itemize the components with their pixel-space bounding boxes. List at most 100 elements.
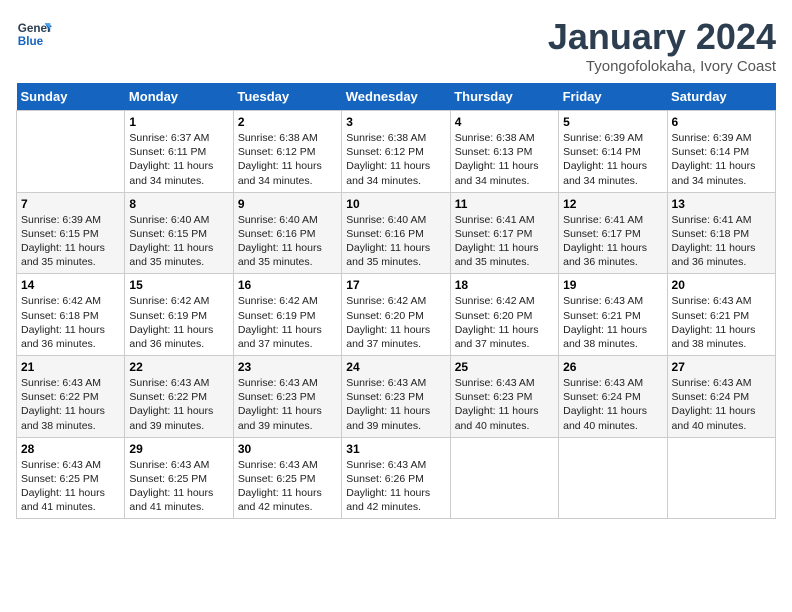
day-number: 5 bbox=[563, 115, 662, 129]
calendar-cell: 29Sunrise: 6:43 AM Sunset: 6:25 PM Dayli… bbox=[125, 437, 233, 519]
cell-info: Sunrise: 6:42 AM Sunset: 6:20 PM Dayligh… bbox=[455, 294, 554, 351]
calendar-cell: 9 Sunrise: 6:40 AM Sunset: 6:16 PM Daylig… bbox=[233, 192, 341, 274]
calendar-cell: 3 Sunrise: 6:38 AM Sunset: 6:12 PM Daylig… bbox=[342, 111, 450, 193]
cell-info: Sunrise: 6:38 AM Sunset: 6:12 PM Dayligh… bbox=[346, 131, 445, 188]
day-number: 9 bbox=[238, 197, 337, 211]
cell-info: Sunrise: 6:39 AM Sunset: 6:14 PM Dayligh… bbox=[563, 131, 662, 188]
day-number: 12 bbox=[563, 197, 662, 211]
calendar-cell: 23 Sunrise: 6:43 AM Sunset: 6:23 PM Dayli… bbox=[233, 356, 341, 438]
header-row: SundayMondayTuesdayWednesdayThursdayFrid… bbox=[17, 83, 776, 111]
cell-info: Sunrise: 6:43 AM Sunset: 6:25 PM Dayligh… bbox=[238, 458, 337, 515]
calendar-cell: 10 Sunrise: 6:40 AM Sunset: 6:16 PM Dayli… bbox=[342, 192, 450, 274]
cell-info: Sunrise: 6:43 AM Sunset: 6:24 PM Dayligh… bbox=[563, 376, 662, 433]
calendar-cell: 1 Sunrise: 6:37 AM Sunset: 6:11 PM Daylig… bbox=[125, 111, 233, 193]
calendar-cell: 17Sunrise: 6:42 AM Sunset: 6:20 PM Dayli… bbox=[342, 274, 450, 356]
day-number: 19 bbox=[563, 278, 662, 292]
calendar-cell: 30Sunrise: 6:43 AM Sunset: 6:25 PM Dayli… bbox=[233, 437, 341, 519]
day-number: 22 bbox=[129, 360, 228, 374]
calendar-cell: 25 Sunrise: 6:43 AM Sunset: 6:23 PM Dayli… bbox=[450, 356, 558, 438]
logo: General Blue bbox=[16, 16, 52, 52]
calendar-table: SundayMondayTuesdayWednesdayThursdayFrid… bbox=[16, 83, 776, 519]
day-number: 2 bbox=[238, 115, 337, 129]
cell-info: Sunrise: 6:42 AM Sunset: 6:19 PM Dayligh… bbox=[238, 294, 337, 351]
cell-info: Sunrise: 6:43 AM Sunset: 6:26 PM Dayligh… bbox=[346, 458, 445, 515]
title-area: January 2024 Tyongofolokaha, Ivory Coast bbox=[548, 16, 776, 75]
cell-info: Sunrise: 6:43 AM Sunset: 6:25 PM Dayligh… bbox=[129, 458, 228, 515]
day-number: 17 bbox=[346, 278, 445, 292]
header: General Blue January 2024 Tyongofolokaha… bbox=[16, 16, 776, 75]
header-monday: Monday bbox=[125, 83, 233, 111]
day-number: 3 bbox=[346, 115, 445, 129]
calendar-cell: 4 Sunrise: 6:38 AM Sunset: 6:13 PM Daylig… bbox=[450, 111, 558, 193]
week-row-5: 28 Sunrise: 6:43 AM Sunset: 6:25 PM Dayli… bbox=[17, 437, 776, 519]
calendar-cell: 11 Sunrise: 6:41 AM Sunset: 6:17 PM Dayli… bbox=[450, 192, 558, 274]
day-number: 11 bbox=[455, 197, 554, 211]
calendar-cell: 14Sunrise: 6:42 AM Sunset: 6:18 PM Dayli… bbox=[17, 274, 125, 356]
week-row-1: 1 Sunrise: 6:37 AM Sunset: 6:11 PM Daylig… bbox=[17, 111, 776, 193]
cell-info: Sunrise: 6:43 AM Sunset: 6:23 PM Dayligh… bbox=[238, 376, 337, 433]
logo-icon: General Blue bbox=[16, 16, 52, 52]
calendar-cell: 6 Sunrise: 6:39 AM Sunset: 6:14 PM Daylig… bbox=[667, 111, 775, 193]
header-tuesday: Tuesday bbox=[233, 83, 341, 111]
cell-info: Sunrise: 6:41 AM Sunset: 6:17 PM Dayligh… bbox=[563, 213, 662, 270]
calendar-title: January 2024 bbox=[548, 16, 776, 58]
day-number: 23 bbox=[238, 360, 337, 374]
day-number: 8 bbox=[129, 197, 228, 211]
calendar-cell bbox=[667, 437, 775, 519]
day-number: 4 bbox=[455, 115, 554, 129]
calendar-cell: 27 Sunrise: 6:43 AM Sunset: 6:24 PM Dayli… bbox=[667, 356, 775, 438]
cell-info: Sunrise: 6:40 AM Sunset: 6:16 PM Dayligh… bbox=[238, 213, 337, 270]
day-number: 24 bbox=[346, 360, 445, 374]
calendar-cell: 31 Sunrise: 6:43 AM Sunset: 6:26 PM Dayli… bbox=[342, 437, 450, 519]
day-number: 25 bbox=[455, 360, 554, 374]
cell-info: Sunrise: 6:39 AM Sunset: 6:15 PM Dayligh… bbox=[21, 213, 120, 270]
day-number: 31 bbox=[346, 442, 445, 456]
day-number: 10 bbox=[346, 197, 445, 211]
header-wednesday: Wednesday bbox=[342, 83, 450, 111]
day-number: 15 bbox=[129, 278, 228, 292]
day-number: 21 bbox=[21, 360, 120, 374]
day-number: 14 bbox=[21, 278, 120, 292]
cell-info: Sunrise: 6:41 AM Sunset: 6:18 PM Dayligh… bbox=[672, 213, 771, 270]
cell-info: Sunrise: 6:43 AM Sunset: 6:21 PM Dayligh… bbox=[563, 294, 662, 351]
calendar-cell: 7 Sunrise: 6:39 AM Sunset: 6:15 PM Daylig… bbox=[17, 192, 125, 274]
calendar-cell: 16 Sunrise: 6:42 AM Sunset: 6:19 PM Dayli… bbox=[233, 274, 341, 356]
day-number: 1 bbox=[129, 115, 228, 129]
header-friday: Friday bbox=[559, 83, 667, 111]
calendar-cell: 20Sunrise: 6:43 AM Sunset: 6:21 PM Dayli… bbox=[667, 274, 775, 356]
calendar-cell: 28Sunrise: 6:43 AM Sunset: 6:25 PM Dayli… bbox=[17, 437, 125, 519]
cell-info: Sunrise: 6:43 AM Sunset: 6:23 PM Dayligh… bbox=[455, 376, 554, 433]
week-row-4: 21 Sunrise: 6:43 AM Sunset: 6:22 PM Dayli… bbox=[17, 356, 776, 438]
day-number: 20 bbox=[672, 278, 771, 292]
day-number: 16 bbox=[238, 278, 337, 292]
cell-info: Sunrise: 6:43 AM Sunset: 6:24 PM Dayligh… bbox=[672, 376, 771, 433]
cell-info: Sunrise: 6:42 AM Sunset: 6:19 PM Dayligh… bbox=[129, 294, 228, 351]
cell-info: Sunrise: 6:39 AM Sunset: 6:14 PM Dayligh… bbox=[672, 131, 771, 188]
cell-info: Sunrise: 6:41 AM Sunset: 6:17 PM Dayligh… bbox=[455, 213, 554, 270]
week-row-3: 14Sunrise: 6:42 AM Sunset: 6:18 PM Dayli… bbox=[17, 274, 776, 356]
day-number: 18 bbox=[455, 278, 554, 292]
calendar-cell bbox=[559, 437, 667, 519]
calendar-cell: 8Sunrise: 6:40 AM Sunset: 6:15 PM Daylig… bbox=[125, 192, 233, 274]
day-number: 13 bbox=[672, 197, 771, 211]
day-number: 27 bbox=[672, 360, 771, 374]
day-number: 6 bbox=[672, 115, 771, 129]
day-number: 7 bbox=[21, 197, 120, 211]
calendar-cell: 18 Sunrise: 6:42 AM Sunset: 6:20 PM Dayli… bbox=[450, 274, 558, 356]
calendar-cell: 22 Sunrise: 6:43 AM Sunset: 6:22 PM Dayli… bbox=[125, 356, 233, 438]
cell-info: Sunrise: 6:38 AM Sunset: 6:13 PM Dayligh… bbox=[455, 131, 554, 188]
calendar-cell: 15 Sunrise: 6:42 AM Sunset: 6:19 PM Dayli… bbox=[125, 274, 233, 356]
calendar-cell bbox=[450, 437, 558, 519]
day-number: 28 bbox=[21, 442, 120, 456]
cell-info: Sunrise: 6:37 AM Sunset: 6:11 PM Dayligh… bbox=[129, 131, 228, 188]
header-thursday: Thursday bbox=[450, 83, 558, 111]
cell-info: Sunrise: 6:43 AM Sunset: 6:22 PM Dayligh… bbox=[129, 376, 228, 433]
calendar-subtitle: Tyongofolokaha, Ivory Coast bbox=[548, 58, 776, 75]
day-number: 26 bbox=[563, 360, 662, 374]
cell-info: Sunrise: 6:40 AM Sunset: 6:16 PM Dayligh… bbox=[346, 213, 445, 270]
calendar-cell bbox=[17, 111, 125, 193]
week-row-2: 7 Sunrise: 6:39 AM Sunset: 6:15 PM Daylig… bbox=[17, 192, 776, 274]
calendar-cell: 12 Sunrise: 6:41 AM Sunset: 6:17 PM Dayli… bbox=[559, 192, 667, 274]
header-sunday: Sunday bbox=[17, 83, 125, 111]
calendar-cell: 26 Sunrise: 6:43 AM Sunset: 6:24 PM Dayli… bbox=[559, 356, 667, 438]
